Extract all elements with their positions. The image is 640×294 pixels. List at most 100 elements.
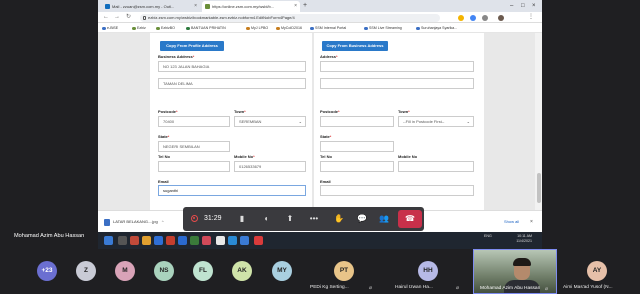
page-scrollbar[interactable] <box>535 33 542 210</box>
bookmark-item[interactable]: e-BiSE <box>102 23 118 33</box>
bookmark-item[interactable]: Ezbiz <box>132 23 146 33</box>
participant-avatar[interactable]: PT <box>334 261 354 281</box>
participant-avatar[interactable]: M <box>115 261 135 281</box>
clock[interactable]: 10:11 AM 11/4/2021 <box>496 234 532 244</box>
bookmark-item[interactable]: MyCoID2016 <box>276 23 302 33</box>
new-tab-button[interactable]: + <box>303 1 307 11</box>
folder-icon[interactable] <box>142 236 151 245</box>
app-icon[interactable] <box>254 236 263 245</box>
participant-avatar[interactable]: FL <box>193 261 213 281</box>
reload-icon[interactable]: ↻ <box>126 13 131 22</box>
bookmark-item[interactable]: EzbizBO <box>156 23 175 33</box>
participants-icon[interactable]: 👥 <box>378 213 390 225</box>
mic-off-icon[interactable]: ◖ <box>260 213 272 225</box>
maximize-icon[interactable]: □ <box>521 0 525 12</box>
bookmarks-bar: e-BiSE Ezbiz EzbizBO BANTUAN PRIHATIN My… <box>98 23 542 33</box>
lock-icon <box>143 15 146 20</box>
app-icon[interactable] <box>130 236 139 245</box>
mobile-input[interactable]: 0126533679 <box>234 161 306 172</box>
town-select[interactable]: SEREMBAN ⌄ <box>234 116 306 127</box>
address-line1-input[interactable] <box>320 61 474 72</box>
bookmark-item[interactable]: Suruhanjaya Syarika... <box>416 23 457 33</box>
tel-label: Tel No <box>320 154 332 159</box>
participant-avatar[interactable]: AK <box>232 261 252 281</box>
chrome-icon[interactable] <box>216 236 225 245</box>
close-tab-icon[interactable]: × <box>194 1 197 12</box>
app-icon[interactable] <box>240 236 249 245</box>
participant-name: Aimi Mas'ad Yusof (N... <box>563 285 613 290</box>
email-label: Email <box>158 179 169 184</box>
address-panel: Copy From Business Address Address* Post… <box>314 33 484 210</box>
close-window-icon[interactable]: × <box>532 0 536 12</box>
state-input[interactable] <box>320 141 394 152</box>
tel-input[interactable] <box>158 161 230 172</box>
meeting-window: Mail - zzuan@zsm.com.my - Outl... × http… <box>0 0 640 294</box>
bookmark-item[interactable]: SSM Live Streaming <box>364 23 402 33</box>
copy-from-profile-button[interactable]: Copy From Profile Address <box>160 41 224 51</box>
back-icon[interactable]: ← <box>103 13 109 22</box>
postcode-input[interactable] <box>320 116 394 127</box>
tel-input[interactable] <box>320 161 394 172</box>
puzzle-icon[interactable] <box>482 15 488 21</box>
tel-label: Tel No <box>158 154 170 159</box>
close-downloads-icon[interactable]: × <box>530 217 533 227</box>
town-select[interactable]: --Fill in Postcode First-- ⌄ <box>398 116 474 127</box>
app-icon[interactable] <box>202 236 211 245</box>
bookmark-item[interactable]: SSM Internal Portal <box>310 23 346 33</box>
tab-mail[interactable]: Mail - zzuan@zsm.com.my - Outl... × <box>102 1 200 12</box>
chevron-up-icon[interactable]: ^ <box>162 219 164 224</box>
tab-ezbiz[interactable]: https://online.zsm.com.my/wsbl/b... × <box>202 1 300 12</box>
participant-avatar[interactable]: MY <box>272 261 292 281</box>
scrollbar-thumb[interactable] <box>536 173 541 203</box>
town-label: Town* <box>234 109 246 114</box>
browser-tab-strip: Mail - zzuan@zsm.com.my - Outl... × http… <box>98 0 542 12</box>
address-line2-input[interactable]: TAMAN DELIMA <box>158 78 306 89</box>
bookmark-item[interactable]: MyJ LPBO <box>246 23 268 33</box>
more-options-icon[interactable]: ••• <box>308 213 320 225</box>
excel-icon[interactable] <box>190 236 199 245</box>
language-indicator[interactable]: ENG <box>484 234 492 239</box>
camera-off-icon[interactable]: ▮ <box>236 213 248 225</box>
site-icon <box>205 4 210 9</box>
search-icon[interactable] <box>118 236 127 245</box>
raise-hand-icon[interactable]: ✋ <box>333 213 345 225</box>
url-input[interactable]: ezbiz.zsm.com.my/wsbiz/bookmarkable.zsm.… <box>140 13 440 22</box>
outlook-icon[interactable] <box>154 236 163 245</box>
mobile-label: Mobile No <box>398 154 418 159</box>
forward-icon[interactable]: → <box>114 13 120 22</box>
address-line2-input[interactable] <box>320 78 474 89</box>
postcode-input[interactable]: 70400 <box>158 116 230 127</box>
participant-avatar[interactable]: NS <box>154 261 174 281</box>
participant-avatar[interactable]: AY <box>587 261 607 281</box>
bookmark-item[interactable]: BANTUAN PRIHATIN <box>186 23 226 33</box>
address-bar-row: ← → ↻ ezbiz.zsm.com.my/wsbiz/bookmarkabl… <box>98 12 542 23</box>
powerpoint-icon[interactable] <box>166 236 175 245</box>
chat-icon[interactable]: 💬 <box>356 213 368 225</box>
state-label: State* <box>158 134 170 139</box>
copy-from-business-button[interactable]: Copy From Business Address <box>322 41 388 51</box>
participant-avatar[interactable]: HH <box>418 261 438 281</box>
download-item[interactable]: LATAR BELAKANG....jpg ^ <box>104 217 164 227</box>
word-icon[interactable] <box>178 236 187 245</box>
close-tab-icon[interactable]: × <box>294 1 297 12</box>
more-participants-badge[interactable]: +23 <box>37 261 57 281</box>
extension-icon[interactable] <box>470 15 476 21</box>
leave-call-button[interactable]: ☎ <box>398 210 422 228</box>
menu-icon[interactable]: ⋮ <box>528 13 534 22</box>
profile-avatar[interactable] <box>498 15 504 21</box>
participant-avatar[interactable]: Z <box>76 261 96 281</box>
recording-timer: 31:29 <box>204 215 222 222</box>
share-screen-icon[interactable]: ⬆ <box>284 213 296 225</box>
email-input[interactable]: suganthi <box>158 185 306 196</box>
show-all-link[interactable]: Show all <box>504 217 519 227</box>
email-input[interactable] <box>320 185 474 196</box>
edge-icon[interactable] <box>228 236 237 245</box>
minimize-icon[interactable]: – <box>510 0 513 12</box>
mobile-input[interactable] <box>398 161 474 172</box>
chevron-down-icon: ⌄ <box>298 119 302 124</box>
state-label: State* <box>320 134 332 139</box>
state-input[interactable]: NEGERI SEMBILAN <box>158 141 230 152</box>
address-line1-input[interactable]: NO 123 JALAN BAHAGIA <box>158 61 306 72</box>
windows-start-icon[interactable] <box>104 236 113 245</box>
extension-icon[interactable] <box>458 15 464 21</box>
